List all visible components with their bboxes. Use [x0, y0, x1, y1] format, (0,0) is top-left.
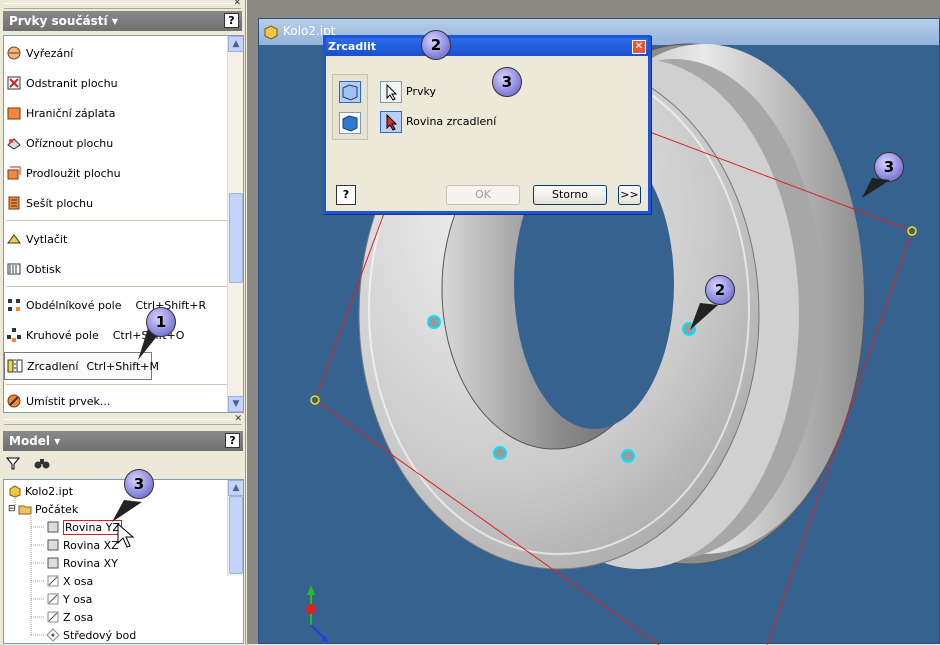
mirror-dialog: Zrcadlit ✕ Prvky Rovina zrcadlení ? OK S…	[323, 35, 651, 214]
cmd-zrcadleni[interactable]: Zrcadlení Ctrl+Shift+M	[4, 352, 159, 380]
help-icon[interactable]: ?	[224, 13, 239, 28]
tree-label: Rovina XY	[63, 556, 118, 570]
dialog-title: Zrcadlit	[328, 40, 377, 53]
callout-marker: 3	[124, 469, 154, 499]
help-icon[interactable]: ?	[336, 185, 356, 205]
circ-pattern-icon	[6, 327, 22, 343]
cmd-sesit-plochu[interactable]: Sešít plochu	[6, 192, 93, 214]
callout-marker: 3	[874, 152, 904, 182]
cmd-vyrezani[interactable]: Vyřezání	[6, 42, 73, 64]
cmd-hranicni-zaplata[interactable]: Hraniční záplata	[6, 102, 115, 124]
features-panel-title[interactable]: Prvky součástí ▾	[9, 14, 118, 28]
find-icon[interactable]	[34, 456, 50, 473]
scroll-up-icon[interactable]: ▲	[228, 36, 243, 52]
cmd-label: Obdélníkové pole	[26, 298, 122, 312]
cmd-odstranit-plochu[interactable]: Odstranit plochu	[6, 72, 118, 94]
cancel-button[interactable]: Storno	[533, 185, 607, 205]
cmd-label: Kruhové pole	[26, 328, 99, 342]
rect-pattern-icon	[6, 297, 22, 313]
cmd-label: Oříznout plochu	[26, 136, 114, 150]
dialog-titlebar[interactable]: Zrcadlit ✕	[326, 38, 648, 56]
features-scrollbar[interactable]: ▲ ▼	[227, 36, 243, 412]
cmd-obtisk[interactable]: Obtisk	[6, 258, 61, 280]
scroll-down-icon[interactable]: ▼	[228, 396, 243, 412]
cmd-vytlacit[interactable]: Vytlačit	[6, 228, 67, 250]
mirror-icon	[7, 358, 23, 374]
cursor-arrow-icon	[386, 83, 398, 101]
cmd-label: Vyřezání	[26, 46, 74, 60]
filter-icon[interactable]	[5, 456, 21, 473]
scroll-up-icon[interactable]: ▲	[228, 480, 243, 496]
tree-label: Středový bod	[63, 628, 137, 642]
emboss-icon	[6, 231, 22, 247]
cmd-label: Zrcadlení	[27, 359, 79, 373]
tree-label: X osa	[63, 574, 94, 588]
mirror-features-mode-button[interactable]	[339, 81, 361, 103]
callout-marker: 3	[492, 67, 522, 97]
features-label: Prvky	[406, 85, 436, 98]
plane-select-button[interactable]	[380, 111, 402, 133]
stitch-surface-icon	[6, 195, 22, 211]
more-button[interactable]: >>	[618, 185, 641, 205]
body-mode-icon	[342, 115, 358, 132]
decal-icon	[6, 261, 22, 277]
model-toolbar	[5, 454, 66, 474]
extend-surface-icon	[6, 165, 22, 181]
mouse-cursor-icon	[117, 523, 135, 548]
close-icon[interactable]: ✕	[233, 0, 241, 8]
scroll-thumb[interactable]	[229, 496, 243, 574]
cmd-label: Umístit prvek...	[26, 394, 111, 408]
divider	[6, 286, 228, 287]
tree-label: Z osa	[63, 610, 94, 624]
tree-label: Y osa	[63, 592, 93, 606]
divider	[6, 384, 228, 385]
boundary-patch-icon	[6, 105, 22, 121]
cmd-label: Obtisk	[26, 262, 62, 276]
cmd-label: Hraniční záplata	[26, 106, 116, 120]
cmd-label: Odstranit plochu	[26, 76, 118, 90]
cmd-label: Prodloužit plochu	[26, 166, 121, 180]
tree-lines	[14, 494, 44, 636]
cmd-prodlouzit-plochu[interactable]: Prodloužit plochu	[6, 162, 121, 184]
model-panel-title[interactable]: Model ▾	[9, 434, 60, 448]
features-panel-header[interactable]: Prvky součástí ▾ ?	[3, 11, 242, 31]
cmd-umistit-prvek[interactable]: Umístit prvek...	[6, 390, 110, 412]
divider	[6, 220, 228, 221]
cmd-obdelnikove-pole[interactable]: Obdélníkové pole Ctrl+Shift+R	[6, 294, 206, 316]
tree-scrollbar[interactable]: ▲	[227, 480, 243, 576]
features-mode-icon	[342, 84, 358, 101]
cursor-arrow-icon	[386, 113, 398, 131]
features-select-button[interactable]	[380, 81, 402, 103]
mirror-body-mode-button[interactable]	[339, 112, 361, 134]
cmd-oriznout-plochu[interactable]: Oříznout plochu	[6, 132, 113, 154]
trim-surface-icon	[6, 135, 22, 151]
place-feature-icon	[6, 393, 22, 409]
help-icon[interactable]: ?	[225, 433, 240, 448]
model-tree: Kolo2.ipt ⊟ Počátek Rovina YZ Rovina XZ …	[3, 479, 244, 644]
cmd-label: Vytlačit	[26, 232, 68, 246]
delete-face-icon	[6, 75, 22, 91]
callout-marker: 2	[705, 275, 735, 305]
callout-marker: 1	[146, 307, 176, 337]
axis-triad	[306, 585, 329, 643]
model-panel-header[interactable]: Model ▾ ?	[3, 431, 243, 451]
cut-icon	[6, 45, 22, 61]
tree-label: Rovina YZ	[63, 519, 122, 535]
mode-group	[332, 74, 368, 140]
cmd-label: Sešít plochu	[26, 196, 94, 210]
close-icon[interactable]: ✕	[632, 40, 646, 54]
plane-label: Rovina zrcadlení	[406, 115, 497, 128]
cmd-shortcut: Ctrl+Shift+R	[135, 298, 207, 312]
close-icon[interactable]: ✕	[234, 414, 242, 424]
ok-button[interactable]: OK	[446, 185, 520, 205]
callout-marker: 2	[421, 30, 451, 60]
cmd-shortcut: Ctrl+Shift+M	[86, 359, 159, 373]
features-list: Vyřezání Odstranit plochu Hraniční zápla…	[3, 35, 244, 413]
panel-grip[interactable]: ✕	[4, 414, 242, 425]
scroll-thumb[interactable]	[229, 193, 243, 283]
panel-grip[interactable]: ✕	[4, 0, 241, 9]
tree-label: Rovina XZ	[63, 538, 119, 552]
